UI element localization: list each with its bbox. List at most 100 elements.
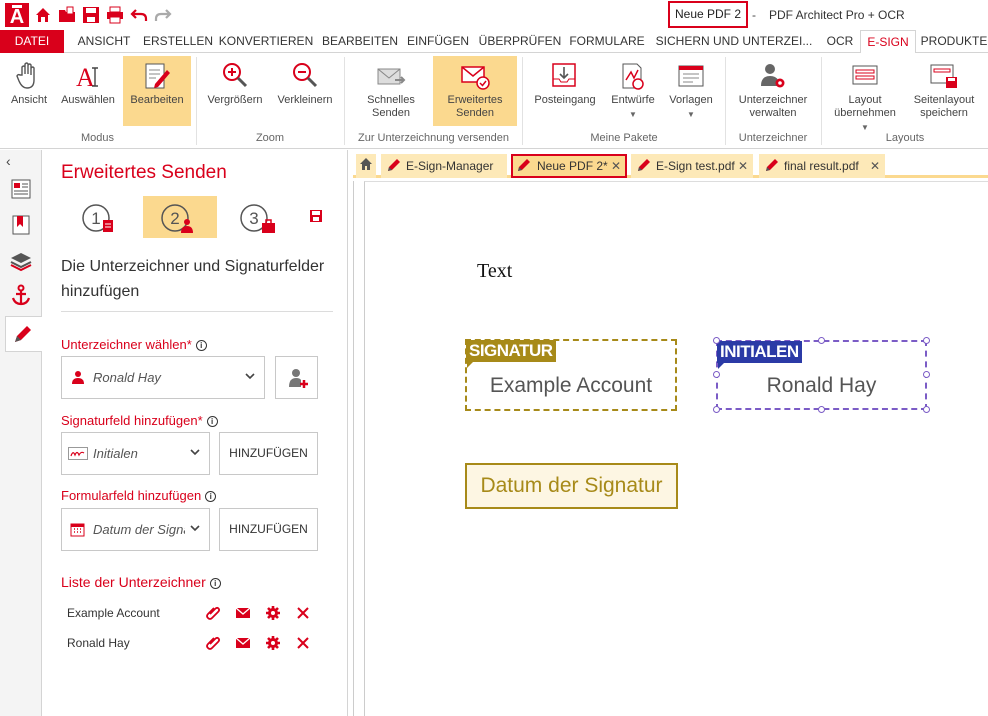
anchor-icon[interactable] — [10, 284, 32, 306]
home-tab[interactable] — [356, 154, 376, 178]
attach-icon[interactable] — [205, 635, 221, 651]
vorlagen-button[interactable]: Vorlagen ▼ — [664, 56, 718, 126]
layers-icon[interactable] — [10, 250, 32, 272]
calendar-icon — [70, 522, 85, 537]
email-icon[interactable] — [235, 605, 251, 621]
doc-tab[interactable]: E-Sign-Manager — [381, 154, 507, 178]
gear-icon[interactable] — [265, 605, 281, 621]
text-select-icon: A — [72, 60, 104, 92]
save-icon[interactable] — [309, 209, 323, 223]
close-icon[interactable]: ✕ — [611, 155, 621, 177]
add-sigfield-button[interactable]: HINZUFÜGEN — [219, 432, 318, 475]
signature-field[interactable]: SIGNATUR Example Account — [465, 339, 677, 411]
layout-uebernehmen-button[interactable]: Layout übernehmen ▼ — [828, 56, 902, 132]
group-send-label: Zur Unterzeichnung versenden — [357, 132, 510, 144]
tab-ueberpruefen[interactable]: ÜBERPRÜFEN — [476, 30, 564, 53]
ansicht-button[interactable]: Ansicht — [5, 56, 53, 126]
doc-tab-label: final result.pdf — [784, 159, 859, 173]
bearbeiten-button[interactable]: Bearbeiten — [123, 56, 191, 126]
tab-produkte[interactable]: PRODUKTE — [920, 30, 988, 53]
pen-icon — [636, 157, 652, 173]
close-icon[interactable]: ✕ — [738, 155, 748, 177]
svg-text:3: 3 — [249, 209, 258, 228]
info-icon[interactable]: i — [206, 416, 218, 427]
esign-panel-tab[interactable] — [5, 316, 42, 352]
resize-handle[interactable] — [923, 337, 930, 344]
tab-datei[interactable]: DATEI — [0, 30, 64, 53]
posteingang-button[interactable]: Posteingang — [530, 56, 600, 126]
tab-e-sign[interactable]: E-SIGN — [860, 30, 916, 54]
collapse-arrow-icon[interactable]: ‹ — [6, 154, 20, 168]
seitenlayout-speichern-button[interactable]: Seitenlayout speichern — [906, 56, 982, 126]
date-field[interactable]: Datum der Signatur — [465, 463, 678, 509]
sigfield-select[interactable]: Initialen — [61, 432, 210, 475]
email-icon[interactable] — [235, 635, 251, 651]
info-icon[interactable]: i — [205, 491, 217, 502]
seitenlayout-label-2: speichern — [920, 107, 968, 119]
tab-einfuegen[interactable]: EINFÜGEN — [404, 30, 472, 53]
delete-icon[interactable] — [295, 635, 311, 651]
title-bar: A Neue PDF 2 - PDF Architect Pro + OCR — [0, 0, 988, 30]
initials-field[interactable]: INITIALEN Ronald Hay — [713, 337, 930, 413]
hand-icon — [13, 60, 45, 92]
doc-tab[interactable]: E-Sign test.pdf ✕ — [631, 154, 753, 178]
gear-icon[interactable] — [265, 635, 281, 651]
entwuerfe-button[interactable]: Entwürfe ▼ — [604, 56, 662, 126]
signer-name: Ronald Hay — [67, 636, 130, 650]
app-logo-icon[interactable]: A — [5, 3, 29, 27]
print-icon[interactable] — [106, 6, 124, 24]
bookmarks-icon[interactable] — [10, 214, 32, 236]
document-title: Neue PDF 2 — [668, 1, 748, 28]
signer-select[interactable]: Ronald Hay — [61, 356, 265, 399]
signer-select-label: Unterzeichner wählen* i — [61, 337, 207, 352]
tab-formulare[interactable]: FORMULARE — [567, 30, 647, 53]
schnelles-senden-button[interactable]: Schnelles Senden — [358, 56, 424, 126]
layout-uebernehmen-label-1: Layout — [848, 94, 882, 106]
document-page[interactable]: Text SIGNATUR Example Account INITIALEN … — [364, 181, 988, 716]
add-formfield-button[interactable]: HINZUFÜGEN — [219, 508, 318, 551]
tab-konvertieren[interactable]: KONVERTIEREN — [218, 30, 314, 53]
verkleinern-button[interactable]: Verkleinern — [272, 56, 338, 126]
delete-icon[interactable] — [295, 605, 311, 621]
auswaehlen-label: Auswählen — [61, 94, 115, 106]
pages-panel-icon[interactable] — [10, 178, 32, 200]
info-icon[interactable]: i — [195, 340, 207, 351]
resize-handle[interactable] — [713, 371, 720, 378]
tab-erstellen[interactable]: ERSTELLEN — [142, 30, 214, 53]
redo-icon[interactable] — [154, 6, 172, 24]
close-icon[interactable]: ✕ — [870, 155, 880, 177]
resize-handle[interactable] — [713, 337, 720, 344]
resize-handle[interactable] — [923, 371, 930, 378]
resize-handle[interactable] — [818, 406, 825, 413]
open-folder-icon[interactable] — [58, 6, 76, 24]
resize-handle[interactable] — [923, 406, 930, 413]
doc-tab[interactable]: final result.pdf ✕ — [759, 154, 885, 178]
doc-tab-active[interactable]: Neue PDF 2* ✕ — [511, 154, 627, 178]
undo-icon[interactable] — [130, 6, 148, 24]
tab-bearbeiten[interactable]: BEARBEITEN — [320, 30, 400, 53]
home-icon[interactable] — [34, 6, 52, 24]
tab-sichern[interactable]: SICHERN UND UNTERZEI... — [655, 30, 813, 53]
verkleinern-label: Verkleinern — [277, 94, 333, 106]
resize-handle[interactable] — [713, 406, 720, 413]
step-1-button[interactable]: 1 — [66, 196, 140, 238]
layout-save-icon — [928, 60, 960, 92]
resize-handle[interactable] — [818, 337, 825, 344]
formfield-select[interactable]: Datum der Signatur — [61, 508, 210, 551]
tab-ocr[interactable]: OCR — [822, 30, 858, 53]
divider — [61, 311, 333, 312]
signature-field-tag: SIGNATUR — [466, 340, 556, 362]
tab-ansicht[interactable]: ANSICHT — [68, 30, 140, 53]
formfield-select-value: Datum der Signatur — [93, 522, 185, 537]
user-icon — [71, 370, 85, 384]
vergroessern-button[interactable]: Vergrößern — [202, 56, 268, 126]
add-signer-button[interactable] — [275, 356, 318, 399]
info-icon[interactable]: i — [209, 578, 221, 589]
step-2-button[interactable]: 2 — [143, 196, 217, 238]
unterzeichner-verwalten-button[interactable]: Unterzeichner verwalten — [733, 56, 813, 126]
save-icon[interactable] — [82, 6, 100, 24]
attach-icon[interactable] — [205, 605, 221, 621]
step-3-button[interactable]: 3 — [220, 196, 294, 238]
erweitertes-senden-button[interactable]: Erweitertes Senden — [433, 56, 517, 126]
auswaehlen-button[interactable]: A Auswählen — [57, 56, 119, 126]
